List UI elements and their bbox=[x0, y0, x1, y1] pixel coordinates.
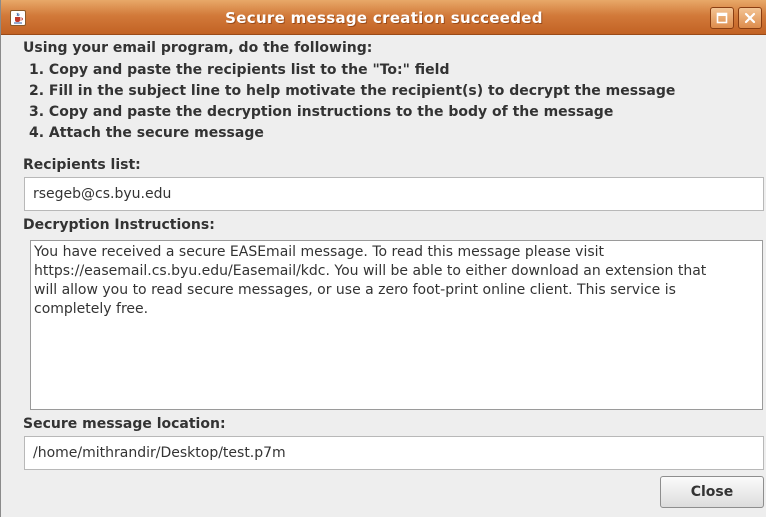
instruction-step: 4. Attach the secure message bbox=[29, 125, 264, 141]
dialog-window: Secure message creation succeeded Using … bbox=[0, 0, 766, 517]
decryption-instructions-textarea[interactable]: You have received a secure EASEmail mess… bbox=[30, 240, 763, 410]
window-title: Secure message creation succeeded bbox=[225, 9, 543, 27]
decryption-line: will allow you to read secure messages, … bbox=[34, 282, 676, 298]
title-bar[interactable]: Secure message creation succeeded bbox=[1, 0, 766, 35]
maximize-button[interactable] bbox=[710, 7, 734, 29]
instruction-step: 3. Copy and paste the decryption instruc… bbox=[29, 104, 614, 120]
decryption-line: https://easemail.cs.byu.edu/Easemail/kdc… bbox=[34, 263, 707, 279]
maximize-icon bbox=[716, 12, 728, 24]
recipients-label: Recipients list: bbox=[23, 157, 141, 173]
close-icon bbox=[744, 12, 756, 24]
title-close-button[interactable] bbox=[738, 7, 762, 29]
location-label: Secure message location: bbox=[23, 416, 226, 432]
instructions-heading: Using your email program, do the followi… bbox=[23, 40, 373, 56]
instruction-step: 2. Fill in the subject line to help moti… bbox=[29, 83, 676, 99]
instruction-step: 1. Copy and paste the recipients list to… bbox=[29, 62, 450, 78]
decryption-line: You have received a secure EASEmail mess… bbox=[34, 244, 605, 260]
location-field[interactable]: /home/mithrandir/Desktop/test.p7m bbox=[24, 436, 764, 470]
decryption-label: Decryption Instructions: bbox=[23, 217, 215, 233]
close-button[interactable]: Close bbox=[660, 476, 764, 508]
recipients-field[interactable]: rsegeb@cs.byu.edu bbox=[24, 177, 764, 211]
decryption-line: completely free. bbox=[34, 301, 149, 317]
